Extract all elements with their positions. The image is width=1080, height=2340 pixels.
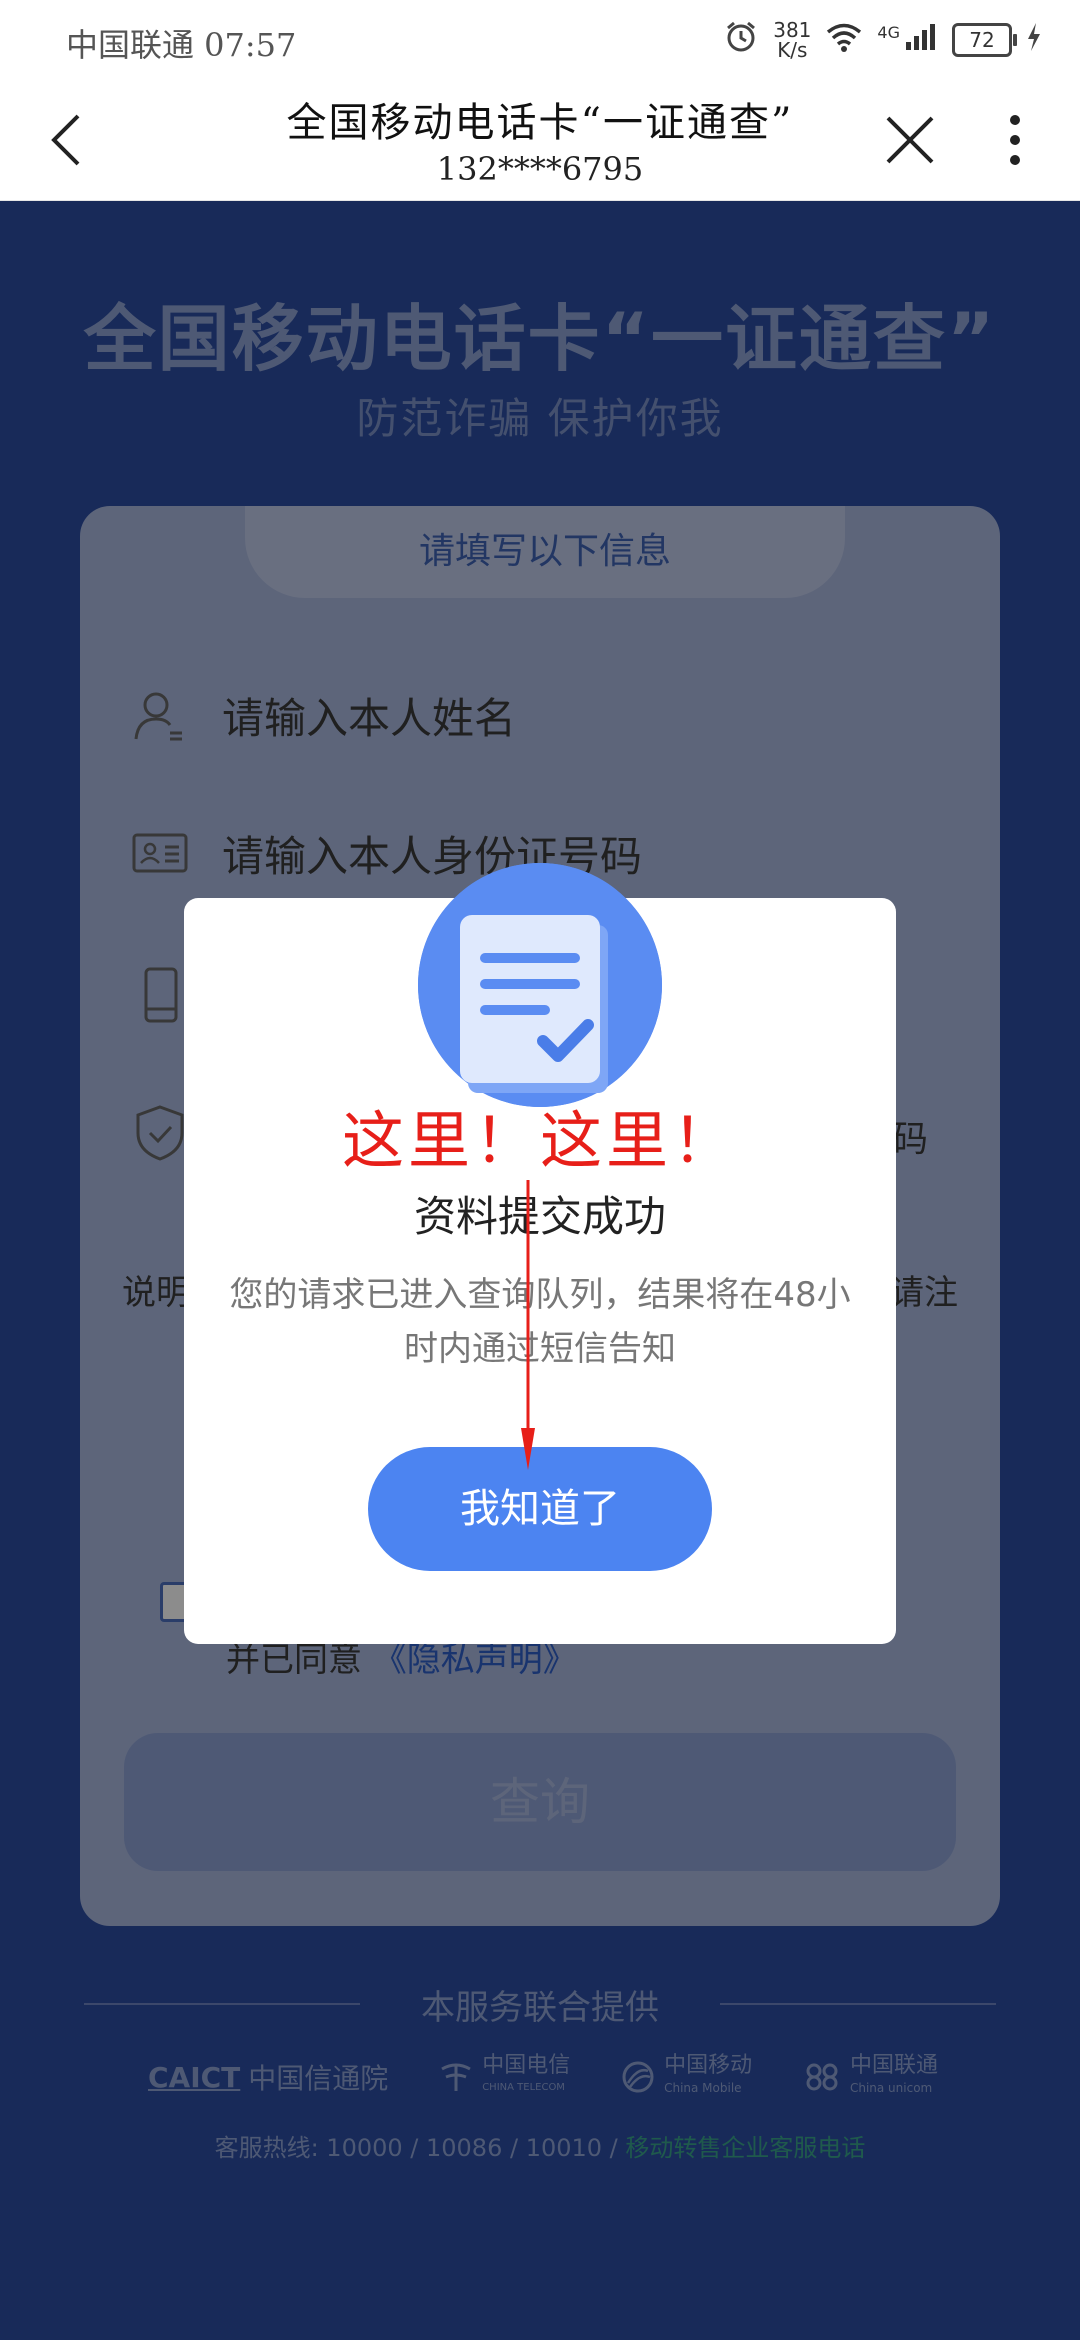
status-bar: 中国联通 07:57 381 K/s 4G 72 [0, 0, 1080, 80]
network-speed: 381 K/s [773, 18, 812, 62]
close-icon [886, 116, 934, 164]
more-vertical-icon [1010, 115, 1020, 165]
close-button[interactable] [880, 110, 940, 170]
acknowledge-button[interactable]: 我知道了 [368, 1447, 712, 1571]
carrier-time: 中国联通 07:57 [66, 26, 297, 64]
network-type: 4G [877, 22, 900, 42]
dialog-title: 资料提交成功 [413, 1192, 666, 1241]
wifi-icon [825, 21, 863, 59]
charging-icon [1026, 22, 1042, 58]
alarm-icon [723, 19, 759, 61]
document-check-icon [418, 863, 662, 1107]
red-annotation: 这里！这里！ [341, 1104, 738, 1177]
status-icons: 381 K/s 4G 72 [723, 18, 1042, 62]
more-button[interactable] [990, 110, 1040, 170]
battery-icon: 72 [952, 23, 1017, 57]
signal-icon [904, 22, 938, 58]
dialog-message: 您的请求已进入查询队列，结果将在48小时内通过短信告知 [229, 1275, 851, 1369]
title-bar: 全国移动电话卡“一证通查” 132****6795 [0, 80, 1080, 201]
red-arrow-icon [521, 1180, 535, 1470]
